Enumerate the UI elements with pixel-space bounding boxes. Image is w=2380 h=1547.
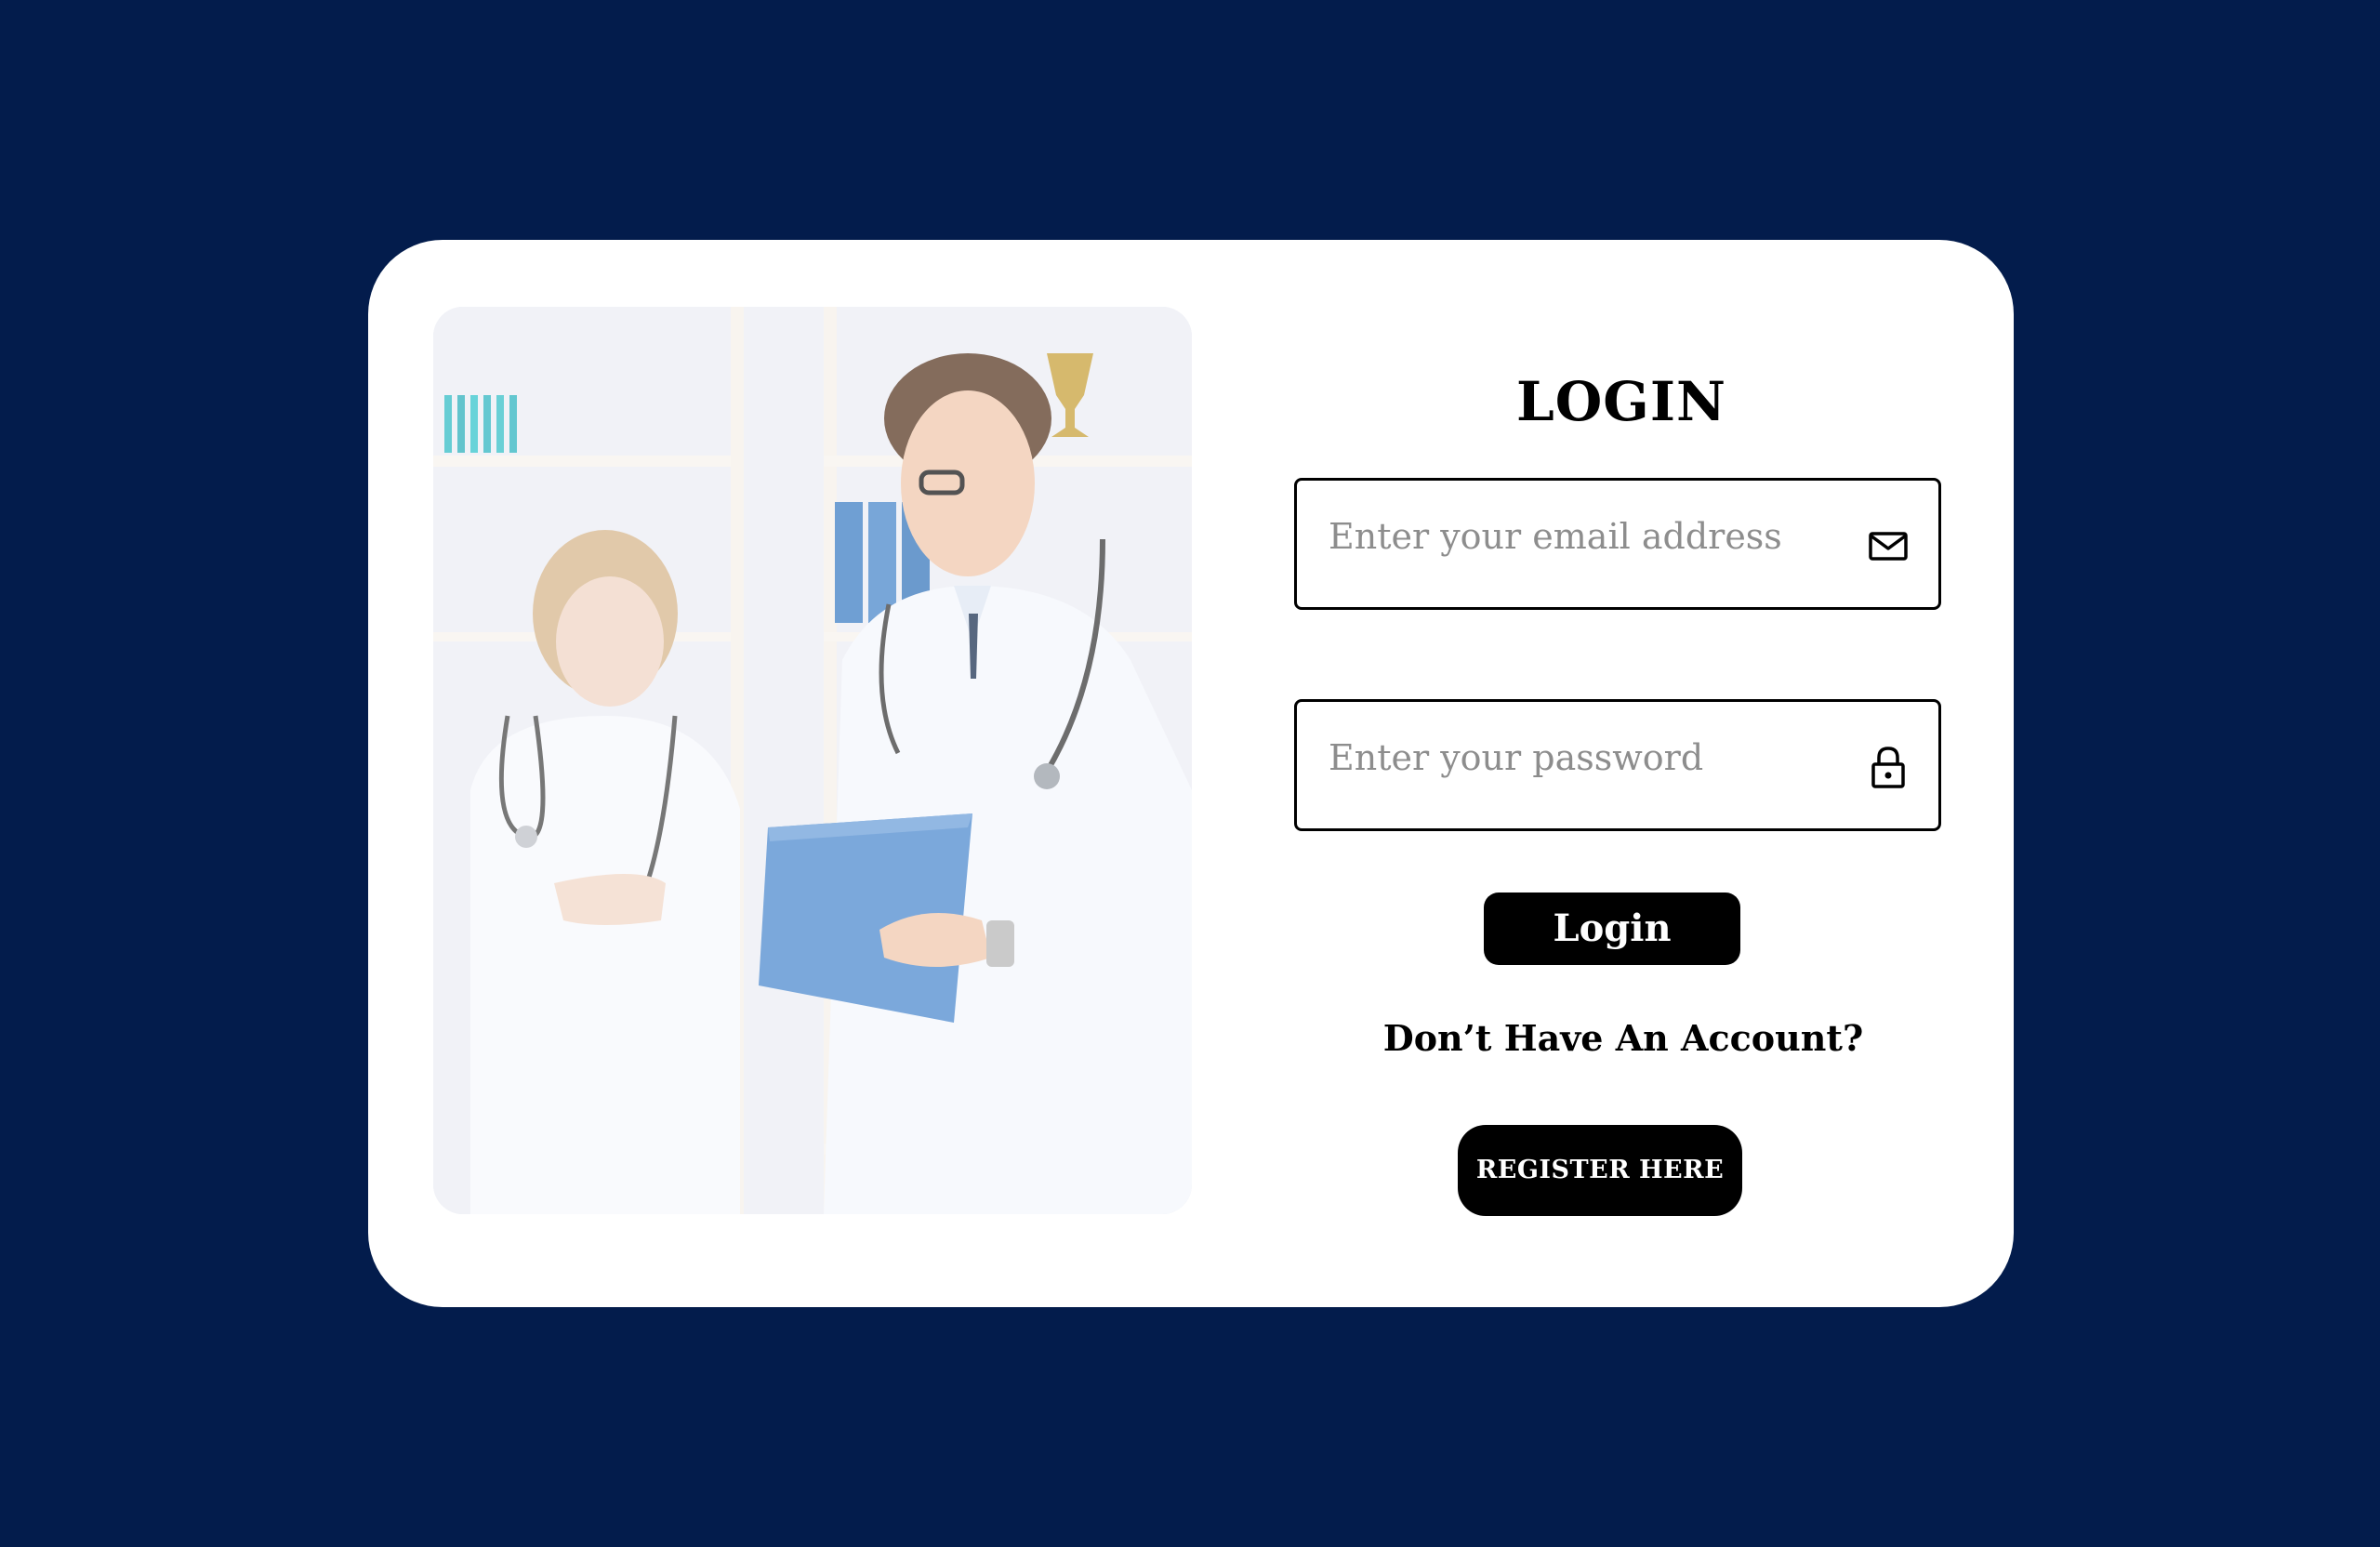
no-account-text: Don’t Have An Account?: [1382, 1017, 1864, 1059]
password-field[interactable]: [1294, 699, 1941, 831]
login-button[interactable]: Login: [1484, 892, 1740, 965]
login-card: LOGIN Login Don’t Have An Account?: [368, 240, 2014, 1307]
email-field[interactable]: [1294, 478, 1941, 610]
login-page: LOGIN Login Don’t Have An Account?: [0, 0, 2380, 1547]
password-input[interactable]: [1329, 730, 1849, 786]
doctors-photo: [433, 307, 1192, 1214]
register-button[interactable]: REGISTER HERE: [1458, 1125, 1742, 1216]
mail-icon: [1868, 523, 1909, 568]
email-input[interactable]: [1329, 509, 1849, 564]
lock-icon: [1868, 745, 1909, 789]
login-title: LOGIN: [1516, 370, 1726, 433]
